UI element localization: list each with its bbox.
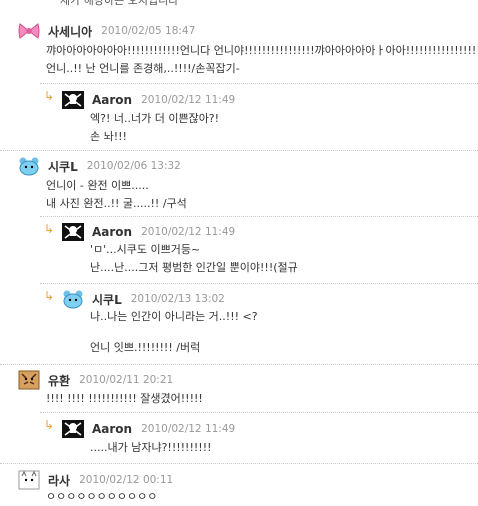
blue-bear-icon <box>18 156 40 176</box>
comment-date: 2010/02/12 11:49 <box>141 226 236 238</box>
commenter-name[interactable]: Aaron <box>92 422 132 436</box>
comment-line <box>90 326 258 339</box>
commenter-name[interactable]: 사세니아 <box>48 23 92 40</box>
tiger-icon <box>18 370 40 390</box>
pink-bow-icon <box>18 21 40 41</box>
separator <box>0 150 478 151</box>
comment-date: 2010/02/12 00:11 <box>79 474 174 486</box>
comment-line: 손 놔!!! <box>90 130 127 143</box>
commenter-name[interactable]: 라사 <box>48 472 70 489</box>
comment-date: 2010/02/11 20:21 <box>79 374 174 386</box>
commenter-name[interactable]: 시쿠L <box>92 291 122 308</box>
comment-line: .....내가 남자냐?!!!!!!!!!! <box>90 441 212 454</box>
comment-line: 엑?! 너..너가 더 이쁜잖아?! <box>90 112 220 125</box>
commenter-name[interactable]: 유환 <box>48 372 70 389</box>
comment-line: 꺄아아아아아아아!!!!!!!!!!!!언니다 언니야!!!!!!!!!!!!!… <box>46 44 478 57</box>
separator <box>0 364 478 365</box>
comment-date: 2010/02/05 18:47 <box>101 25 196 37</box>
cutoff-text: 제가 해당하는 오지입니다 <box>60 0 179 7</box>
comment-line: ㅇㅇㅇㅇㅇㅇㅇㅇㅇㅇㅇ <box>46 490 158 503</box>
commenter-name[interactable]: Aaron <box>92 93 132 107</box>
comment-line: 내 사진 완전..!! 굴.....!! /구석 <box>46 197 187 210</box>
reply-arrow-icon: ↳ <box>44 89 55 103</box>
commenter-name[interactable]: 시쿠L <box>48 158 78 175</box>
blue-bear-icon <box>62 289 84 309</box>
comment-line: 'ㅁ'...시쿠도 이쁘거등~ <box>90 243 201 256</box>
separator <box>40 412 478 413</box>
comment-date: 2010/02/06 13:32 <box>86 160 181 172</box>
comment-line: 언니이 - 완전 이쁘..... <box>46 179 149 192</box>
comment-line: 언니..!! 난 언니를 존경해,..!!!!/손꼭잡기- <box>46 62 240 75</box>
comment-line: !!!! !!!! !!!!!!!!!!! 잘생겼어!!!!! <box>46 392 203 405</box>
separator <box>0 463 478 464</box>
reply-arrow-icon: ↳ <box>44 222 55 236</box>
separator <box>40 83 478 84</box>
comment-line: 난....난....그저 평범한 인간일 뿐이야!!!(절규 <box>90 261 298 274</box>
separator <box>40 216 478 217</box>
white-cat-icon <box>18 470 40 490</box>
pirate-flag-icon <box>62 90 84 110</box>
comment-date: 2010/02/12 11:49 <box>141 94 236 106</box>
separator <box>40 283 478 284</box>
commenter-name[interactable]: Aaron <box>92 225 132 239</box>
pirate-flag-icon <box>62 222 84 242</box>
reply-arrow-icon: ↳ <box>44 289 55 303</box>
comment-line: 언니 잇쁘.!!!!!!!! /버럭 <box>90 341 201 354</box>
comment-date: 2010/02/12 11:49 <box>141 423 236 435</box>
pirate-flag-icon <box>62 419 84 439</box>
comment-date: 2010/02/13 13:02 <box>130 293 225 305</box>
reply-arrow-icon: ↳ <box>44 418 55 432</box>
comment-line: 나..나는 인간이 아니라는 거..!!! <? <box>90 310 258 323</box>
